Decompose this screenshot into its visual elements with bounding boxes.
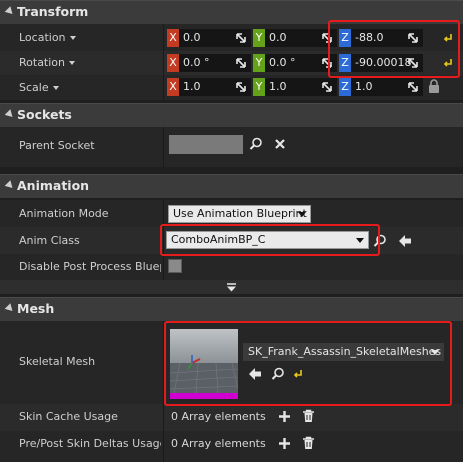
sockets-section-title: Sockets [17, 107, 72, 122]
chevron-down-icon [69, 61, 76, 65]
drag-handle-icon[interactable] [236, 58, 246, 68]
animation-mode-row: Animation Mode Use Animation Blueprint [0, 200, 463, 227]
sockets-section-header[interactable]: Sockets [0, 103, 463, 127]
add-element-icon[interactable] [278, 410, 291, 423]
collapse-arrow-icon [4, 303, 16, 314]
chevron-down-icon [52, 86, 59, 90]
chevron-down-icon [298, 212, 306, 217]
disable-post-process-checkbox[interactable] [168, 259, 182, 273]
deltas-label: Pre/Post Skin Deltas Usage [19, 437, 161, 450]
scale-z-axis-label: Z [339, 78, 351, 96]
drag-handle-icon[interactable] [236, 82, 246, 92]
scale-x-axis-label: X [167, 78, 179, 96]
highlight-box-transform-z [328, 20, 460, 78]
animation-section-header[interactable]: Animation [0, 174, 463, 198]
deltas-value: 0 Array elements [171, 437, 266, 450]
collapse-arrow-icon [4, 180, 16, 191]
rotation-y-axis-label: Y [253, 54, 265, 72]
scale-label-text: Scale [19, 81, 49, 94]
highlight-box-anim-class [160, 224, 380, 256]
animation-mode-dropdown[interactable]: Use Animation Blueprint [168, 205, 311, 223]
lock-icon[interactable] [428, 79, 440, 94]
rotation-label[interactable]: Rotation [19, 56, 76, 69]
trash-icon[interactable] [302, 409, 315, 423]
drag-handle-icon[interactable] [408, 82, 418, 92]
scale-row: Scale X 1.0 Y 1.0 Z 1.0 [0, 75, 463, 100]
animation-mode-value: Use Animation Blueprint [173, 207, 307, 220]
scale-y-axis-label: Y [253, 78, 265, 96]
add-element-icon[interactable] [278, 437, 291, 450]
collapse-arrow-icon [4, 109, 16, 120]
anim-class-label: Anim Class [19, 234, 80, 247]
rotation-x-axis-label: X [167, 54, 179, 72]
parent-socket-label: Parent Socket [19, 139, 95, 152]
location-label[interactable]: Location [19, 31, 76, 44]
drag-handle-icon[interactable] [236, 33, 246, 43]
clear-icon[interactable] [274, 138, 286, 150]
mesh-section-header[interactable]: Mesh [0, 297, 463, 321]
skeletal-mesh-label: Skeletal Mesh [19, 355, 96, 368]
collapse-arrow-icon [4, 6, 16, 17]
animation-section-title: Animation [17, 178, 90, 193]
parent-socket-row: Parent Socket [0, 127, 463, 167]
mesh-section-title: Mesh [17, 301, 55, 316]
search-icon[interactable] [249, 137, 263, 151]
expand-down-icon [227, 283, 236, 292]
trash-icon[interactable] [302, 436, 315, 450]
pre-post-skin-deltas-row: Pre/Post Skin Deltas Usage 0 Array eleme… [0, 431, 463, 462]
drag-handle-icon[interactable] [322, 82, 332, 92]
disable-post-process-row: Disable Post Process Blueprint [0, 254, 463, 280]
location-x-axis-label: X [167, 29, 179, 47]
disable-post-process-label: Disable Post Process Blueprint [19, 260, 161, 273]
skin-cache-value: 0 Array elements [171, 410, 266, 423]
location-label-text: Location [19, 31, 66, 44]
skin-cache-label: Skin Cache Usage [19, 410, 118, 423]
advanced-expander[interactable] [0, 280, 463, 294]
scale-label[interactable]: Scale [19, 81, 59, 94]
use-selected-arrow-icon[interactable] [398, 234, 412, 248]
rotation-label-text: Rotation [19, 56, 66, 69]
highlight-box-skeletal-mesh [164, 321, 452, 406]
transform-section-title: Transform [17, 4, 89, 19]
chevron-down-icon [69, 36, 76, 40]
animation-mode-label: Animation Mode [19, 207, 109, 220]
parent-socket-field[interactable] [169, 135, 243, 154]
location-y-axis-label: Y [253, 29, 265, 47]
skin-cache-row: Skin Cache Usage 0 Array elements [0, 404, 463, 431]
